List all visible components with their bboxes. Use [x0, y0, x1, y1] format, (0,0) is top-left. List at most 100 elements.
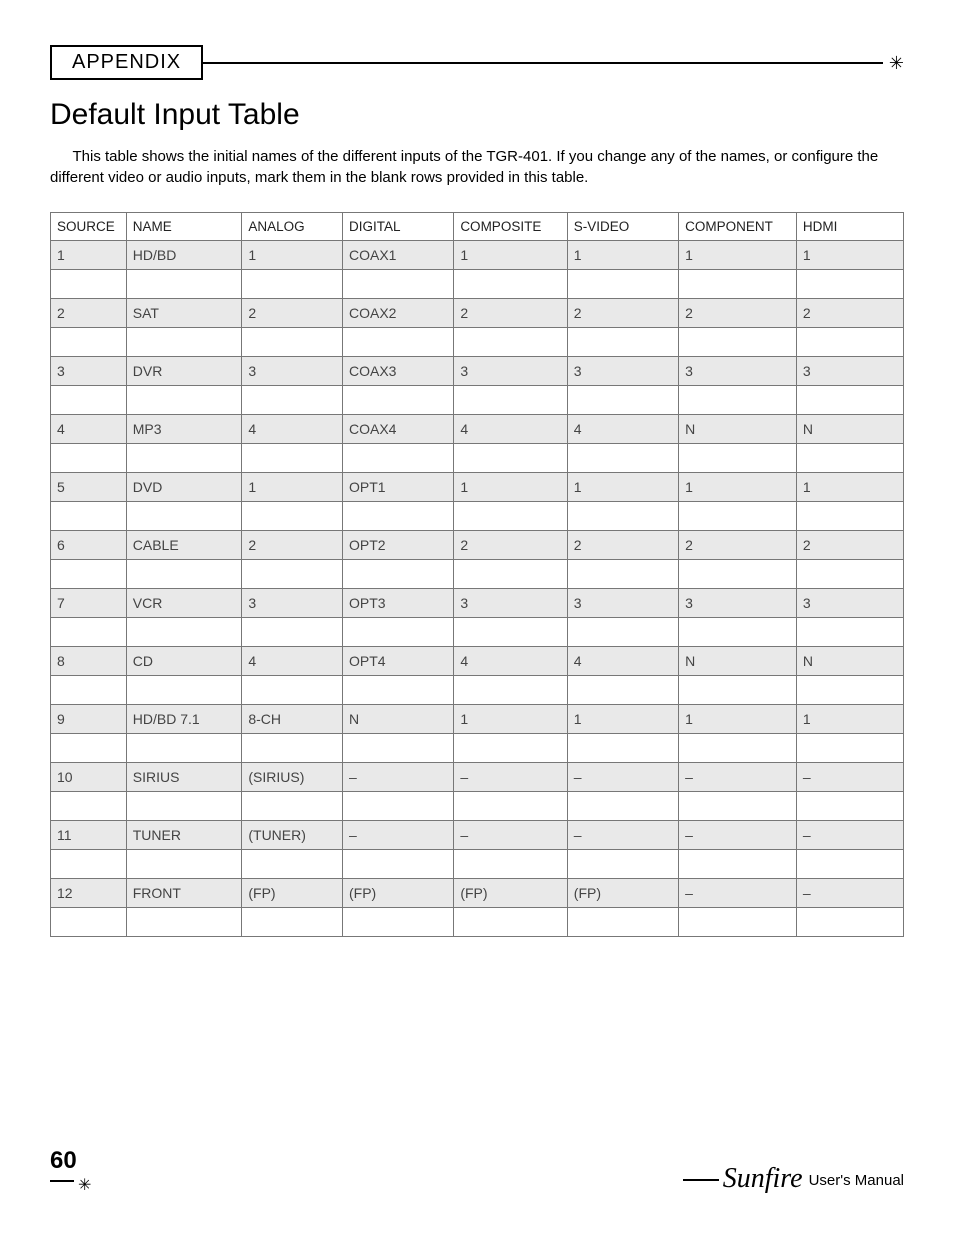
table-blank-cell	[242, 386, 343, 415]
table-blank-cell	[679, 560, 797, 589]
table-blank-cell	[126, 444, 242, 473]
table-blank-cell	[567, 386, 678, 415]
table-blank-cell	[454, 618, 567, 647]
table-blank-cell	[454, 444, 567, 473]
table-blank-cell	[567, 270, 678, 299]
col-header: ANALOG	[242, 213, 343, 241]
table-blank-cell	[51, 676, 127, 705]
table-cell: COAX4	[342, 415, 453, 444]
table-blank-cell	[454, 386, 567, 415]
table-cell: SAT	[126, 299, 242, 328]
table-blank-cell	[51, 386, 127, 415]
table-cell: 2	[679, 299, 797, 328]
table-cell: DVD	[126, 473, 242, 502]
table-blank-cell	[796, 270, 903, 299]
table-cell: VCR	[126, 589, 242, 618]
table-cell: –	[679, 763, 797, 792]
table-cell: 1	[796, 241, 903, 270]
table-cell: (SIRIUS)	[242, 763, 343, 792]
table-cell: 3	[51, 357, 127, 386]
table-cell: 3	[567, 357, 678, 386]
table-blank-row	[51, 850, 904, 879]
table-cell: HD/BD	[126, 241, 242, 270]
table-cell: 1	[454, 241, 567, 270]
table-cell: N	[796, 415, 903, 444]
table-cell: 2	[679, 531, 797, 560]
table-cell: 8	[51, 647, 127, 676]
table-blank-cell	[796, 676, 903, 705]
table-cell: (FP)	[454, 879, 567, 908]
table-cell: –	[796, 821, 903, 850]
brand-logo: Sunfire	[723, 1165, 803, 1193]
table-cell: CD	[126, 647, 242, 676]
table-cell: DVR	[126, 357, 242, 386]
table-blank-cell	[126, 792, 242, 821]
table-cell: –	[454, 763, 567, 792]
table-cell: 3	[796, 357, 903, 386]
table-blank-cell	[51, 560, 127, 589]
table-cell: 10	[51, 763, 127, 792]
table-blank-row	[51, 560, 904, 589]
table-blank-cell	[454, 734, 567, 763]
table-cell: 1	[567, 705, 678, 734]
table-cell: N	[679, 415, 797, 444]
table-blank-cell	[679, 270, 797, 299]
table-blank-cell	[454, 328, 567, 357]
table-blank-cell	[51, 734, 127, 763]
table-blank-cell	[454, 850, 567, 879]
table-cell: 3	[242, 589, 343, 618]
table-row: 7VCR3OPT33333	[51, 589, 904, 618]
table-cell: OPT4	[342, 647, 453, 676]
table-cell: 1	[679, 705, 797, 734]
table-row: 2SAT2COAX22222	[51, 299, 904, 328]
manual-label: User's Manual	[809, 1172, 904, 1189]
table-cell: OPT3	[342, 589, 453, 618]
table-blank-cell	[679, 850, 797, 879]
table-cell: –	[796, 879, 903, 908]
table-blank-cell	[679, 386, 797, 415]
table-blank-cell	[679, 908, 797, 937]
col-header: HDMI	[796, 213, 903, 241]
section-label: APPENDIX	[50, 45, 203, 80]
table-blank-cell	[454, 908, 567, 937]
table-blank-cell	[567, 444, 678, 473]
table-cell: MP3	[126, 415, 242, 444]
table-cell: 2	[796, 299, 903, 328]
table-blank-cell	[454, 502, 567, 531]
table-cell: 11	[51, 821, 127, 850]
table-blank-cell	[342, 444, 453, 473]
default-input-table: SOURCE NAME ANALOG DIGITAL COMPOSITE S-V…	[50, 212, 904, 937]
table-row: 3DVR3COAX33333	[51, 357, 904, 386]
table-cell: 1	[51, 241, 127, 270]
table-row: 4MP34COAX444NN	[51, 415, 904, 444]
table-row: 5DVD1OPT11111	[51, 473, 904, 502]
table-blank-row	[51, 676, 904, 705]
col-header: SOURCE	[51, 213, 127, 241]
table-blank-cell	[679, 444, 797, 473]
table-blank-cell	[796, 386, 903, 415]
table-cell: 2	[51, 299, 127, 328]
col-header: COMPONENT	[679, 213, 797, 241]
table-cell: 2	[454, 531, 567, 560]
page-number: 60	[50, 1147, 85, 1175]
table-blank-cell	[567, 560, 678, 589]
table-blank-cell	[796, 908, 903, 937]
table-cell: 1	[242, 473, 343, 502]
table-blank-cell	[51, 908, 127, 937]
table-blank-row	[51, 792, 904, 821]
table-blank-cell	[126, 618, 242, 647]
table-cell: –	[342, 821, 453, 850]
table-blank-cell	[679, 502, 797, 531]
table-blank-row	[51, 734, 904, 763]
table-cell: OPT2	[342, 531, 453, 560]
table-cell: 12	[51, 879, 127, 908]
table-cell: 3	[567, 589, 678, 618]
table-cell: SIRIUS	[126, 763, 242, 792]
footer-rule-right	[683, 1179, 719, 1181]
table-blank-cell	[51, 444, 127, 473]
table-cell: 3	[454, 357, 567, 386]
table-blank-cell	[242, 850, 343, 879]
intro-paragraph: This table shows the initial names of th…	[50, 146, 904, 188]
table-cell: (TUNER)	[242, 821, 343, 850]
table-blank-cell	[342, 850, 453, 879]
